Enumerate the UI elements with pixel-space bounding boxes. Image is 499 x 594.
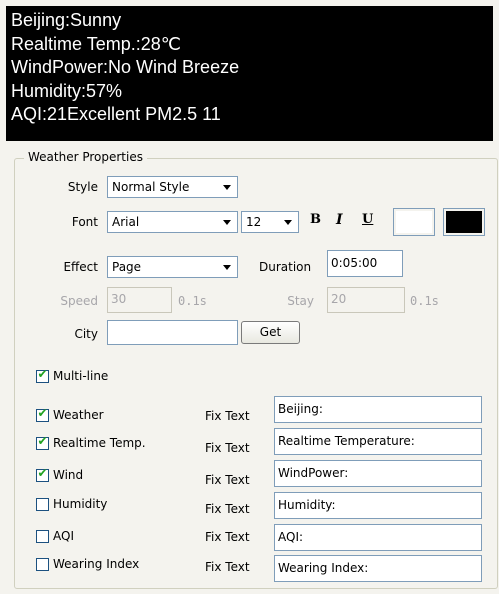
font-size-value: 12 — [246, 215, 262, 229]
wearing-index-label: Wearing Index — [53, 557, 140, 571]
wind-label: Wind — [53, 468, 84, 482]
font-family-value: Arial — [112, 215, 140, 229]
aqi-fix-text-input[interactable]: AQI: — [274, 524, 482, 551]
fix-text-label: Fix Text — [205, 473, 250, 487]
preview-line: AQI:21Excellent PM2.5 11 — [11, 104, 221, 124]
humidity-label: Humidity — [53, 497, 108, 511]
aqi-checkbox[interactable]: ✔ — [36, 530, 49, 543]
checkmark-icon: ✔ — [37, 466, 48, 480]
font-family-select[interactable]: Arial — [107, 211, 238, 233]
font-size-select[interactable]: 12 — [241, 211, 299, 233]
speed-unit: 0.1s — [178, 294, 207, 308]
stay-input[interactable]: 20 — [327, 287, 405, 313]
bold-button[interactable]: B — [310, 212, 321, 228]
wearing-index-checkbox[interactable]: ✔ — [36, 558, 49, 571]
chevron-down-icon — [284, 220, 292, 225]
humidity-checkbox[interactable]: ✔ — [36, 498, 49, 511]
wearing-index-fix-text-input[interactable]: Wearing Index: — [274, 555, 482, 582]
city-input[interactable] — [107, 320, 238, 345]
background-color-fill — [396, 211, 432, 233]
italic-button[interactable]: I — [336, 212, 343, 228]
fix-text-label: Fix Text — [205, 530, 250, 544]
chevron-down-icon — [223, 265, 231, 270]
duration-label: Duration — [259, 260, 312, 274]
checkmark-icon: ✔ — [37, 434, 48, 448]
checkmark-icon: ✔ — [37, 367, 48, 381]
background-color-swatch[interactable] — [393, 208, 435, 236]
stay-label: Stay — [287, 294, 314, 308]
style-select[interactable]: Normal Style — [107, 176, 238, 198]
wind-checkbox[interactable]: ✔ — [36, 466, 49, 482]
get-button[interactable]: Get — [241, 321, 300, 344]
style-select-value: Normal Style — [112, 180, 190, 194]
preview-line: WindPower:No Wind Breeze — [11, 57, 240, 77]
effect-select[interactable]: Page — [107, 256, 238, 278]
font-label: Font — [71, 215, 98, 229]
multiline-label: Multi-line — [53, 369, 109, 383]
effect-label: Effect — [63, 260, 98, 274]
realtime-temp-label: Realtime Temp. — [53, 436, 146, 450]
stay-unit: 0.1s — [410, 294, 439, 308]
fix-text-label: Fix Text — [205, 502, 250, 516]
weather-preview-panel: Beijing:Sunny Realtime Temp.:28℃ WindPow… — [6, 6, 493, 141]
underline-button[interactable]: U — [362, 212, 373, 228]
realtime-temp-fix-text-input[interactable]: Realtime Temperature: — [274, 428, 482, 455]
effect-select-value: Page — [112, 260, 142, 274]
preview-line: Humidity:57% — [11, 80, 123, 101]
realtime-temp-checkbox[interactable]: ✔ — [36, 434, 49, 450]
group-title: Weather Properties — [24, 150, 147, 164]
text-color-fill — [446, 211, 482, 233]
speed-label: Speed — [60, 294, 98, 308]
weather-label: Weather — [53, 408, 104, 422]
preview-line: Beijing:Sunny — [11, 10, 122, 30]
fix-text-label: Fix Text — [205, 560, 250, 574]
weather-checkbox[interactable]: ✔ — [36, 406, 49, 422]
humidity-fix-text-input[interactable]: Humidity: — [274, 492, 482, 519]
fix-text-label: Fix Text — [205, 441, 250, 455]
duration-input[interactable]: 0:05:00 — [327, 250, 403, 277]
checkmark-icon: ✔ — [37, 406, 48, 420]
speed-input[interactable]: 30 — [107, 287, 172, 313]
chevron-down-icon — [223, 220, 231, 225]
preview-line: Realtime Temp.:28℃ — [11, 33, 181, 54]
wind-fix-text-input[interactable]: WindPower: — [274, 460, 482, 487]
aqi-label: AQI — [53, 529, 74, 543]
text-color-swatch[interactable] — [443, 208, 485, 236]
fix-text-label: Fix Text — [205, 409, 250, 423]
style-label: Style — [67, 180, 98, 194]
city-label: City — [74, 327, 98, 341]
chevron-down-icon — [223, 185, 231, 190]
weather-fix-text-input[interactable]: Beijing: — [274, 396, 482, 423]
multiline-checkbox[interactable]: ✔ — [36, 367, 49, 383]
